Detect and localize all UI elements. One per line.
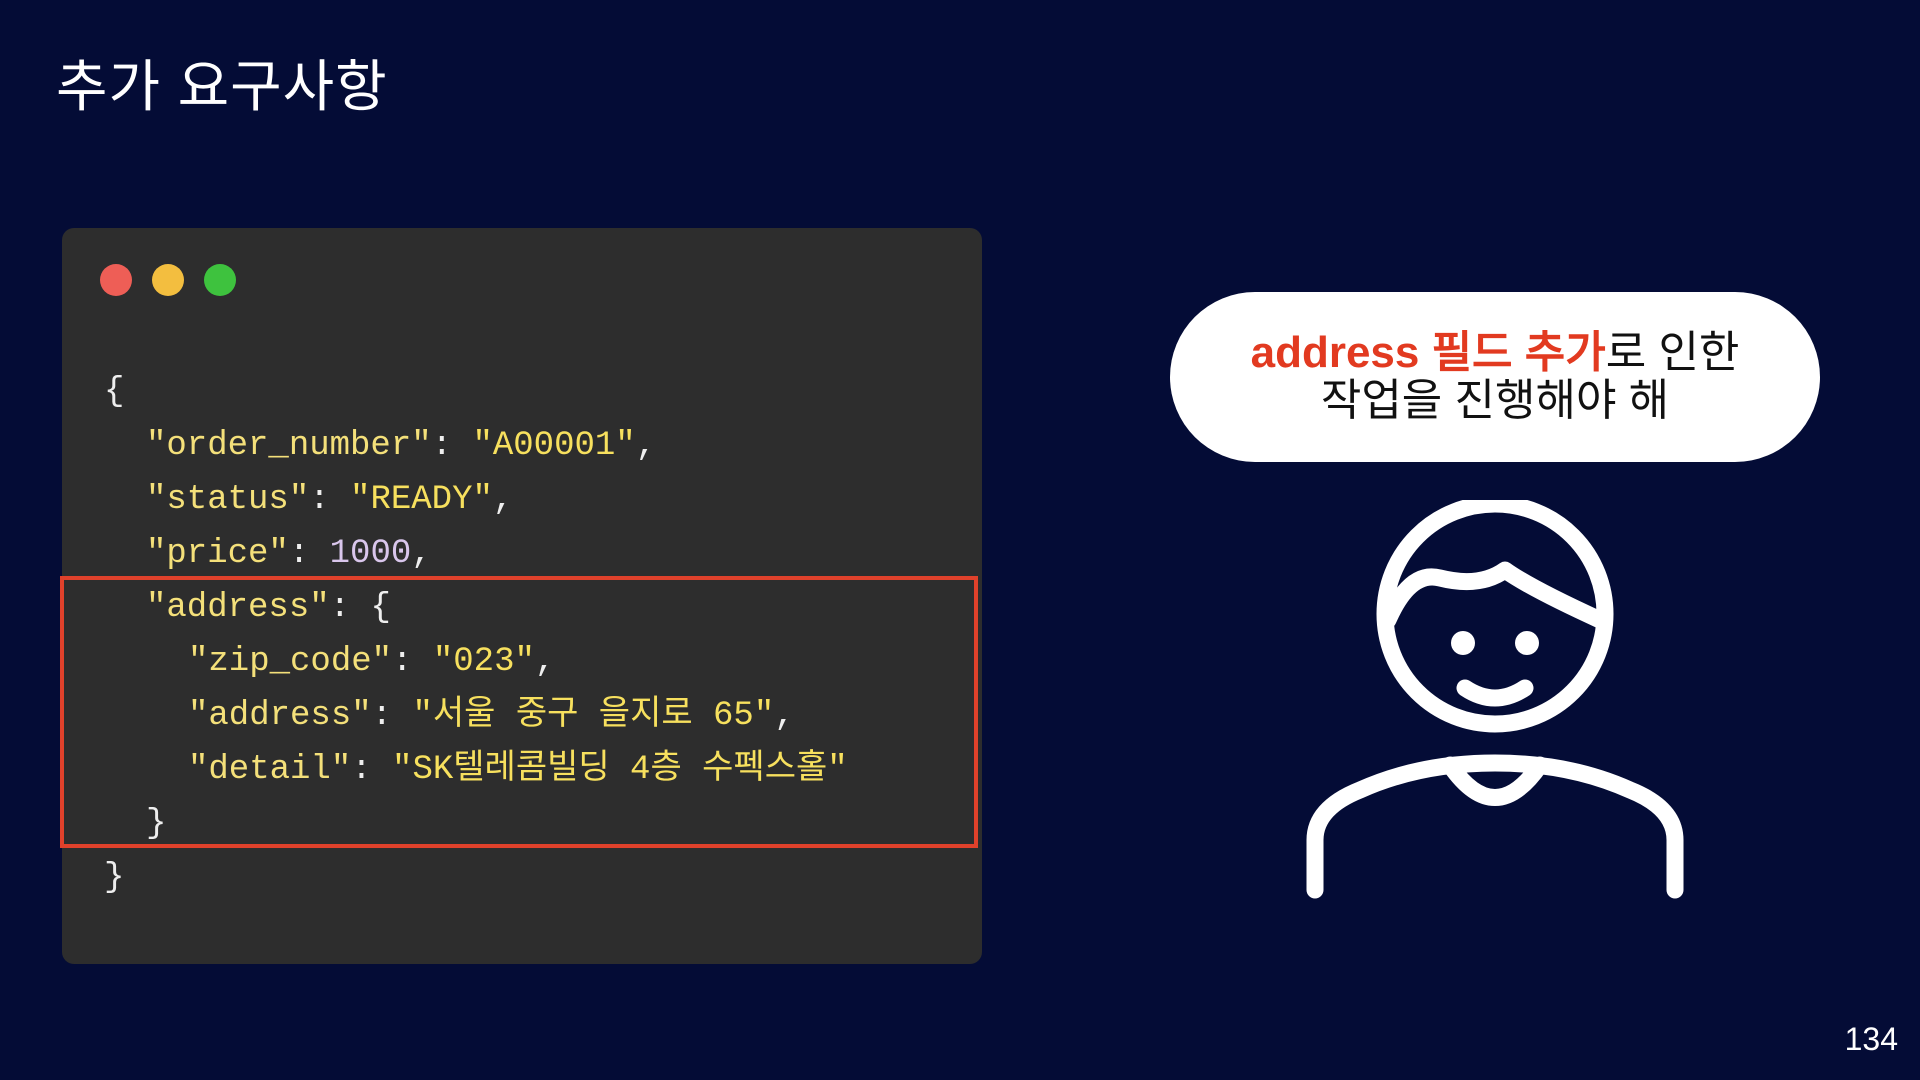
code-line: { bbox=[104, 370, 124, 414]
code-token: { bbox=[104, 373, 125, 411]
speech-bubble-line-1: address 필드 추가로 인한 bbox=[1251, 329, 1740, 377]
code-token: "status" bbox=[146, 481, 310, 519]
slide-title: 추가 요구사항 bbox=[56, 55, 388, 118]
page-number: 134 bbox=[1844, 1021, 1898, 1057]
code-token: : bbox=[288, 535, 330, 573]
code-token: "order_number" bbox=[146, 427, 432, 465]
code-line: "status": "READY", bbox=[146, 478, 513, 522]
left-eye-icon bbox=[1451, 631, 1475, 655]
code-token: , bbox=[492, 481, 514, 519]
person-icon bbox=[1306, 500, 1684, 899]
close-dot-icon bbox=[100, 264, 132, 296]
speech-bubble-line-2: 작업을 진행해야 해 bbox=[1320, 376, 1670, 425]
minimize-dot-icon bbox=[152, 264, 184, 296]
code-token: "price" bbox=[146, 535, 289, 573]
speech-bubble-accent: address 필드 추가 bbox=[1250, 328, 1606, 377]
speech-bubble: address 필드 추가로 인한 작업을 진행해야 해 bbox=[1170, 292, 1820, 462]
speech-bubble-text: 로 인한 bbox=[1605, 328, 1740, 377]
address-highlight-box bbox=[60, 576, 978, 848]
code-token: , bbox=[411, 535, 432, 573]
code-token: : bbox=[309, 481, 351, 519]
code-line: "order_number": "A00001", bbox=[146, 424, 656, 468]
code-token: "A00001" bbox=[472, 427, 636, 465]
code-token: : bbox=[431, 427, 473, 465]
maximize-dot-icon bbox=[204, 264, 236, 296]
code-token: "READY" bbox=[350, 481, 493, 519]
code-line: } bbox=[104, 856, 124, 900]
hair-line bbox=[1379, 561, 1609, 629]
right-eye-icon bbox=[1515, 631, 1539, 655]
shoulders-outline bbox=[1306, 754, 1684, 899]
code-token: , bbox=[635, 427, 657, 465]
code-token: } bbox=[104, 859, 125, 897]
code-token: 1000 bbox=[329, 535, 412, 573]
smile-icon bbox=[1456, 679, 1534, 707]
code-line: "price": 1000, bbox=[146, 532, 432, 576]
